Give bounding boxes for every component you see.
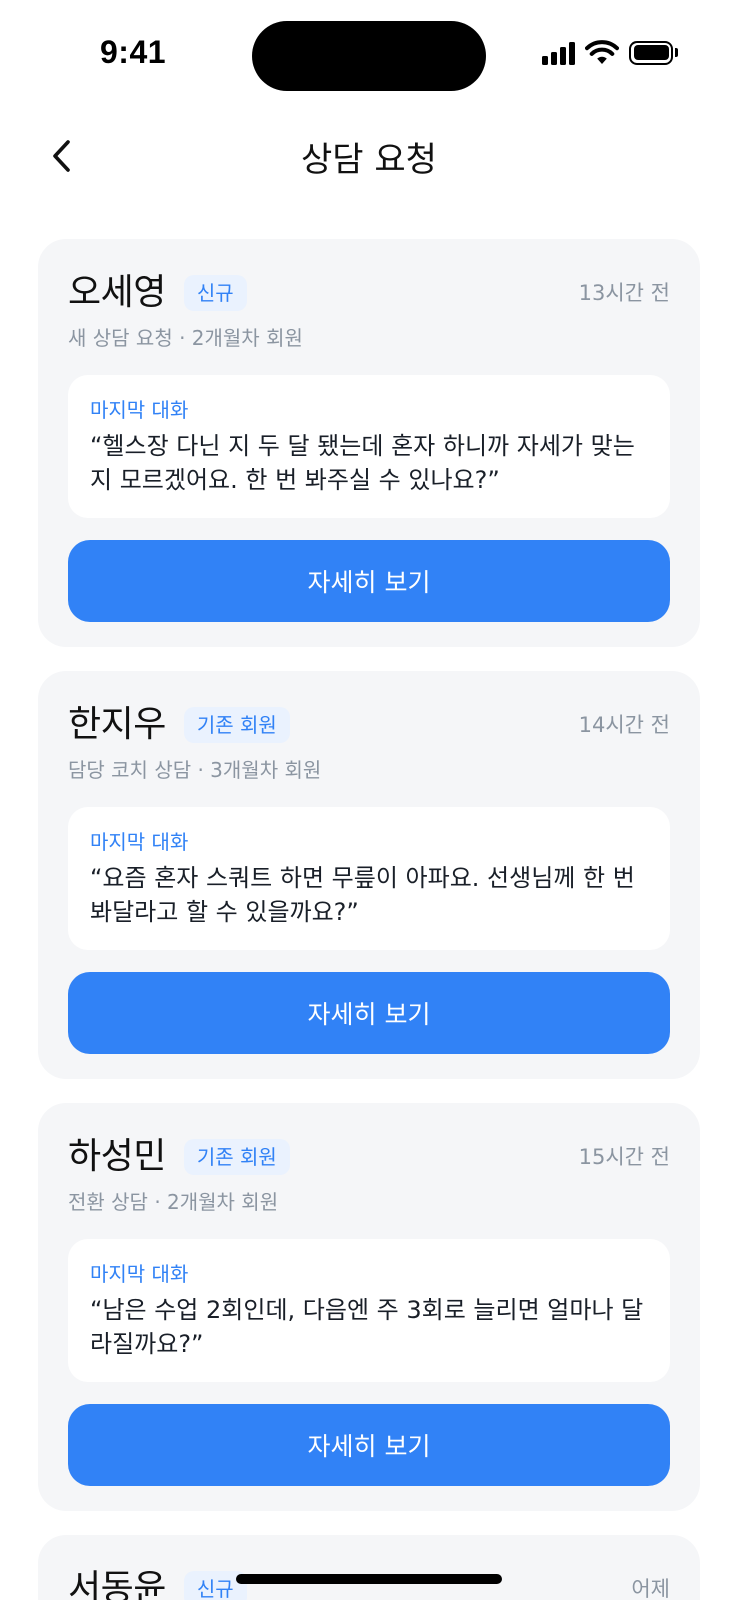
- dynamic-island: [252, 21, 486, 91]
- member-name: 하성민: [68, 1136, 166, 1177]
- request-card: 서동윤 신규 어제: [38, 1535, 700, 1600]
- last-message-label: 마지막 대화: [90, 830, 189, 854]
- view-details-button[interactable]: 자세히 보기: [68, 540, 670, 622]
- home-indicator: [236, 1574, 502, 1584]
- view-details-button[interactable]: 자세히 보기: [68, 972, 670, 1054]
- member-status-badge: 신규: [183, 275, 247, 311]
- card-header: 오세영 신규 13시간 전: [68, 269, 670, 317]
- member-name: 한지우: [68, 704, 166, 745]
- request-subtitle: 전환 상담 · 2개월차 회원: [68, 1190, 279, 1214]
- request-card: 한지우 기존 회원 14시간 전 담당 코치 상담 · 3개월차 회원 마지막 …: [38, 671, 700, 1079]
- view-details-button[interactable]: 자세히 보기: [68, 1404, 670, 1486]
- last-message-text: “요즘 혼자 스쿼트 하면 무릎이 아파요. 선생님께 한 번 봐달라고 할 수…: [90, 864, 635, 926]
- status-bar: 9:41: [0, 0, 738, 110]
- member-status-badge: 기존 회원: [183, 1139, 290, 1175]
- member-name: 서동윤: [68, 1568, 166, 1600]
- card-header: 한지우 기존 회원 14시간 전: [68, 701, 670, 749]
- status-icons: [542, 40, 678, 65]
- request-subtitle: 담당 코치 상담 · 3개월차 회원: [68, 758, 322, 782]
- status-time: 9:41: [100, 34, 167, 70]
- page-title: 상담 요청: [301, 140, 437, 180]
- last-message-label: 마지막 대화: [90, 398, 189, 422]
- request-time: 13시간 전: [578, 281, 670, 305]
- last-message-label: 마지막 대화: [90, 1262, 189, 1286]
- battery-icon: [629, 40, 678, 65]
- request-subtitle: 새 상담 요청 · 2개월차 회원: [68, 326, 303, 350]
- last-message-box: 마지막 대화 “요즘 혼자 스쿼트 하면 무릎이 아파요. 선생님께 한 번 봐…: [68, 807, 670, 950]
- card-header: 하성민 기존 회원 15시간 전: [68, 1133, 670, 1181]
- member-name: 오세영: [68, 272, 166, 313]
- last-message-text: “헬스장 다닌 지 두 달 됐는데 혼자 하니까 자세가 맞는지 모르겠어요. …: [90, 432, 635, 494]
- last-message-box: 마지막 대화 “헬스장 다닌 지 두 달 됐는데 혼자 하니까 자세가 맞는지 …: [68, 375, 670, 518]
- request-time: 15시간 전: [578, 1145, 670, 1169]
- header: 상담 요청: [0, 120, 738, 192]
- wifi-icon: [585, 40, 619, 64]
- signal-icon: [542, 41, 575, 65]
- last-message-box: 마지막 대화 “남은 수업 2회인데, 다음엔 주 3회로 늘리면 얼마나 달라…: [68, 1239, 670, 1382]
- last-message-text: “남은 수업 2회인데, 다음엔 주 3회로 늘리면 얼마나 달라질까요?”: [90, 1296, 644, 1358]
- request-card: 하성민 기존 회원 15시간 전 전환 상담 · 2개월차 회원 마지막 대화 …: [38, 1103, 700, 1511]
- member-status-badge: 기존 회원: [183, 707, 290, 743]
- request-card: 오세영 신규 13시간 전 새 상담 요청 · 2개월차 회원 마지막 대화 “…: [38, 239, 700, 647]
- screen: 9:41 상담 요청 오세영 신규 13시간 전 새 상담 요청 · 2개월차 …: [0, 0, 738, 1600]
- request-list: 오세영 신규 13시간 전 새 상담 요청 · 2개월차 회원 마지막 대화 “…: [38, 239, 700, 1600]
- request-time: 14시간 전: [578, 713, 670, 737]
- request-time: 어제: [631, 1577, 670, 1600]
